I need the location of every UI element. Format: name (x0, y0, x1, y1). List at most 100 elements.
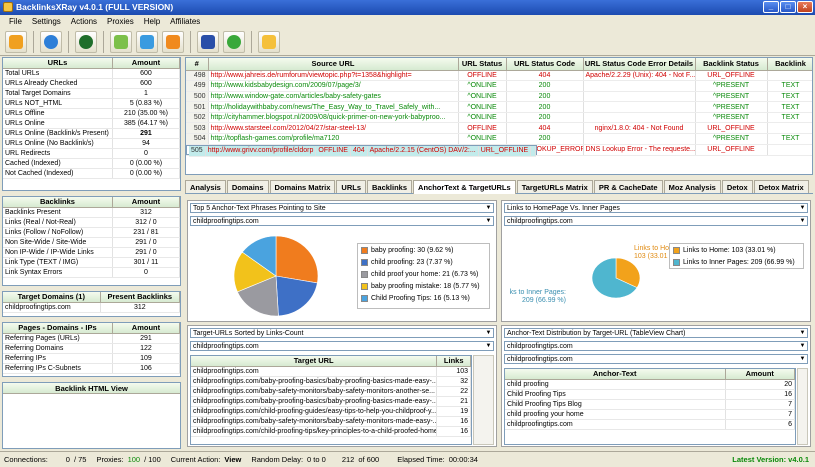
urls-header[interactable]: URLs (3, 58, 113, 69)
table-row[interactable]: 501 http://holidaywithbaby.com/news/The_E… (186, 101, 812, 113)
source-url-header[interactable]: Source URL (208, 58, 459, 71)
table-row[interactable]: URLs NOT_HTML 5 (0.83 %) (3, 98, 181, 109)
target-domains-header[interactable]: Target Domains (1) (3, 292, 101, 303)
links-header[interactable]: Links (436, 356, 471, 367)
tab-domains-matrix[interactable]: Domains Matrix (269, 180, 336, 193)
amount-header[interactable]: Amount (112, 58, 181, 69)
present-backlinks-header[interactable]: Present Backlinks (100, 292, 181, 303)
tab-domains[interactable]: Domains (226, 180, 269, 193)
target-url-header[interactable]: Target URL (191, 356, 438, 367)
export-button[interactable] (110, 30, 132, 53)
anchor-domain-select[interactable]: childproofingtips.com ▼ (190, 216, 494, 226)
menu-affiliates[interactable]: Affiliates (165, 15, 205, 28)
table-row[interactable]: child proofing your home 7 (505, 409, 795, 420)
table-row[interactable]: childproofingtips.com 103 (191, 366, 471, 377)
table-row[interactable]: URLs Online (Backlink/s Present) 291 (3, 128, 181, 139)
notes-button[interactable] (258, 30, 280, 53)
table-row[interactable]: 505 http://www.grivv.com/profile/cldorp OF… (186, 144, 538, 157)
table-row[interactable]: Backlinks Present 312 (3, 207, 181, 218)
table-row[interactable]: Total URLs 600 (3, 68, 181, 79)
tab-backlinks[interactable]: Backlinks (367, 180, 413, 193)
table-row[interactable]: URL Redirects 0 (3, 148, 181, 159)
table-row[interactable]: childproofingtips.com/baby-proofing-basi… (191, 376, 471, 387)
table-row[interactable]: Referring Domains 122 (3, 343, 181, 354)
table-row[interactable]: URLs Already Checked 600 (3, 78, 181, 89)
tab-anchortext-targeturls[interactable]: AnchorText & TargetURLs (413, 180, 516, 194)
target-urls-select[interactable]: Target-URLs Sorted by Links-Count ▼ (190, 328, 494, 338)
amount-header[interactable]: Amount (112, 197, 181, 208)
table-row[interactable]: Child Proofing Tips Blog 7 (505, 399, 795, 410)
table-row[interactable]: Link Type (TEXT / IMG) 301 / 11 (3, 257, 181, 268)
table-row[interactable]: 503 http://www.starsteel.com/2012/04/27/s… (186, 122, 812, 135)
backlink-html-view[interactable]: Backlink HTML View (2, 382, 181, 449)
tab-detox-matrix[interactable]: Detox Matrix (753, 180, 809, 193)
table-row[interactable]: URLs Online 385 (64.17 %) (3, 118, 181, 129)
open-project-button[interactable] (5, 30, 27, 53)
table-row[interactable]: Referring IPs 109 (3, 353, 181, 364)
table-row[interactable]: child proofing 20 (505, 379, 795, 390)
minimize-button[interactable]: _ (763, 1, 779, 13)
anchor-text-header[interactable]: Anchor-Text (505, 369, 726, 380)
add-urls-button[interactable] (40, 30, 62, 53)
menu-proxies[interactable]: Proxies (102, 15, 139, 28)
table-row[interactable]: Child Proofing Tips 16 (505, 389, 795, 400)
table-row[interactable]: Referring Pages (URLs) 291 (3, 333, 181, 344)
pages-header[interactable]: Pages - Domains - IPs (3, 323, 113, 334)
row-number-header[interactable]: # (186, 58, 209, 71)
search-button[interactable] (223, 30, 245, 53)
maximize-button[interactable]: □ (780, 1, 796, 13)
url-status-header[interactable]: URL Status (458, 58, 507, 71)
table-row[interactable]: childproofingtips.com/baby-safety-monito… (191, 386, 471, 397)
tab-analysis[interactable]: Analysis (185, 180, 226, 193)
table-row[interactable]: URLs Online (No Backlink/s) 94 (3, 138, 181, 149)
table-row[interactable]: Total Target Domains 1 (3, 88, 181, 99)
backlinks-header[interactable]: Backlinks (3, 197, 113, 208)
menu-file[interactable]: File (4, 15, 27, 28)
tab-moz-analysis[interactable]: Moz Analysis (663, 180, 721, 193)
tab-detox[interactable]: Detox (721, 180, 753, 193)
tab-targeturls-matrix[interactable]: TargetURLs Matrix (516, 180, 593, 193)
backlink-status-header[interactable]: Backlink Status (695, 58, 768, 71)
tab-urls[interactable]: URLs (336, 180, 366, 193)
table-row[interactable]: 504 http://topflash-games.com/profile/ma7… (186, 133, 812, 145)
table-row[interactable]: Referring IPs C-Subnets 106 (3, 363, 181, 374)
table-row[interactable]: Link Syntax Errors 0 (3, 267, 181, 278)
table-row[interactable]: childproofingtips.com/baby-safety-monito… (191, 416, 471, 427)
table-row[interactable]: Not Cached (Indexed) 0 (0.00 %) (3, 168, 181, 179)
menu-actions[interactable]: Actions (66, 15, 102, 28)
home-chart-select[interactable]: Links to HomePage Vs. Inner Pages ▼ (504, 203, 808, 213)
table-row[interactable]: 500 http://www.window-gate.com/articles/b… (186, 91, 812, 103)
backlink-type-header[interactable]: Backlink (767, 58, 812, 71)
table-row[interactable]: Links (Real / Not-Real) 312 / 0 (3, 217, 181, 228)
home-domain-select[interactable]: childproofingtips.com ▼ (504, 216, 808, 226)
tab-pr-cachedate[interactable]: PR & CacheDate (593, 180, 663, 193)
table-row[interactable]: childproofingtips.com/child-proofing-gui… (191, 406, 471, 417)
anchor-dist-domain-select[interactable]: childproofingtips.com ▼ (504, 341, 808, 351)
proxies-button[interactable] (197, 30, 219, 53)
anchor-dist-scrollbar[interactable] (797, 368, 808, 445)
anchor-chart-select[interactable]: Top 5 Anchor-Text Phrases Pointing to Si… (190, 203, 494, 213)
table-row[interactable]: Non IP-Wide / IP-Wide Links 291 / 0 (3, 247, 181, 258)
table-row[interactable]: childproofingtips.com/baby-proofing-basi… (191, 396, 471, 407)
table-row[interactable]: 498 http://www.jahreis.de/rumforum/viewto… (186, 70, 812, 82)
table-row[interactable]: 499 http://www.kidsbabydesign.com/2009/07… (186, 80, 812, 92)
latest-version[interactable]: Latest Version: v4.0.1 (732, 455, 809, 464)
table-row[interactable]: 502 http://cityhammer.blogspot.nl/2009/08… (186, 112, 812, 124)
table-row[interactable]: Cached (Indexed) 0 (0.00 %) (3, 158, 181, 169)
table-row[interactable]: childproofingtips.com 6 (505, 419, 795, 430)
clear-button[interactable] (162, 30, 184, 53)
table-row[interactable]: Links (Follow / NoFollow) 231 / 81 (3, 227, 181, 238)
error-details-header[interactable]: URL Status Code Error Details (583, 58, 696, 71)
table-row[interactable]: childproofingtips.com 312 (3, 302, 181, 313)
amount-header[interactable]: Amount (725, 369, 795, 380)
table-row[interactable]: childproofingtips.com/child-proofing-tip… (191, 426, 471, 437)
amount-header[interactable]: Amount (112, 323, 181, 334)
anchor-dist-select[interactable]: Anchor-Text Distribution by Target-URL (… (504, 328, 808, 338)
menu-help[interactable]: Help (139, 15, 165, 28)
table-row[interactable]: URLs Offline 210 (35.00 %) (3, 108, 181, 119)
menu-settings[interactable]: Settings (27, 15, 66, 28)
report-button[interactable] (136, 30, 158, 53)
close-button[interactable]: × (797, 1, 813, 13)
target-urls-domain-select[interactable]: childproofingtips.com ▼ (190, 341, 494, 351)
start-button[interactable] (75, 30, 97, 53)
